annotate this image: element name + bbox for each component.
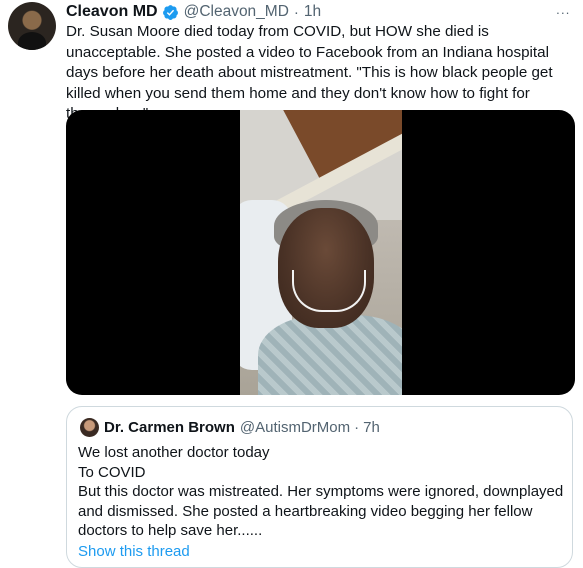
tweet: Cleavon MD @Cleavon_MD · 1h ··· Dr. Susa… xyxy=(0,0,583,568)
quoted-line: But this doctor was mistreated. Her symp… xyxy=(78,483,564,539)
quoted-author-avatar[interactable] xyxy=(80,418,99,437)
verified-badge-icon xyxy=(162,4,178,20)
author-name[interactable]: Cleavon MD xyxy=(66,3,158,21)
quoted-timestamp[interactable]: 7h xyxy=(363,419,380,436)
show-thread-link[interactable]: Show this thread xyxy=(78,543,190,560)
quoted-line: To COVID xyxy=(78,463,146,481)
quoted-header: Dr. Carmen Brown @AutismDrMom · 7h xyxy=(104,417,380,437)
quoted-author-handle[interactable]: @AutismDrMom xyxy=(240,419,350,436)
author-handle[interactable]: @Cleavon_MD xyxy=(184,3,289,21)
quoted-separator-dot: · xyxy=(354,418,360,436)
tweet-header: Cleavon MD @Cleavon_MD · 1h xyxy=(66,1,321,23)
quoted-tweet[interactable]: Dr. Carmen Brown @AutismDrMom · 7h We lo… xyxy=(66,406,573,568)
more-options-icon[interactable]: ··· xyxy=(552,1,574,23)
tweet-timestamp[interactable]: 1h xyxy=(304,3,321,21)
video-thumbnail[interactable] xyxy=(66,110,575,395)
quoted-line: We lost another doctor today xyxy=(78,444,270,461)
separator-dot: · xyxy=(293,3,299,21)
quoted-text: We lost another doctor today To COVID Bu… xyxy=(78,443,568,541)
quoted-author-name[interactable]: Dr. Carmen Brown xyxy=(104,419,235,436)
video-frame xyxy=(240,110,402,395)
author-avatar[interactable] xyxy=(8,2,56,50)
